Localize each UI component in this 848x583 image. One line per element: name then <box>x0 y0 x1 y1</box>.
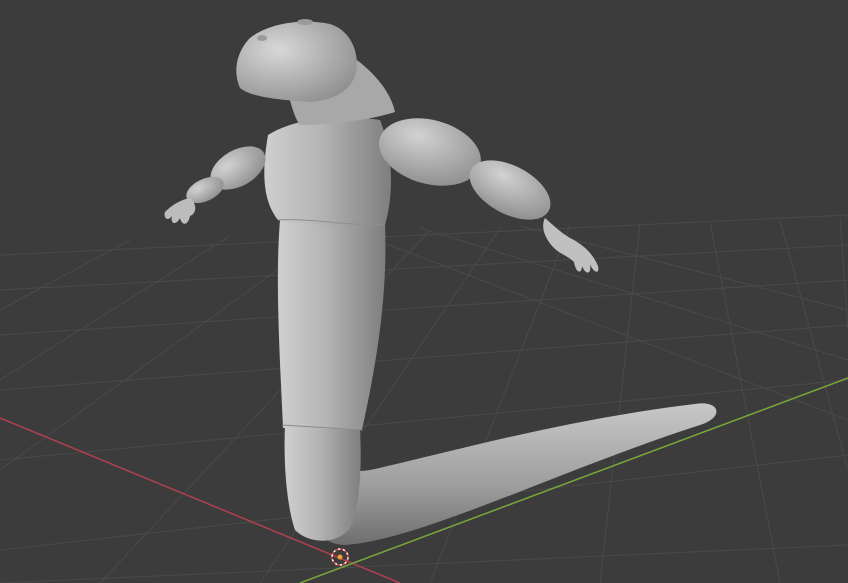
eye-bump-right <box>297 19 313 25</box>
3d-viewport[interactable] <box>0 0 848 583</box>
viewport-canvas[interactable] <box>0 0 848 583</box>
floor-grid <box>0 214 848 583</box>
lower-body-mesh[interactable] <box>284 425 361 541</box>
chest-mesh[interactable] <box>264 117 392 227</box>
right-hand-mesh[interactable] <box>543 218 599 273</box>
3d-cursor-icon[interactable] <box>331 548 349 566</box>
torso-column-mesh[interactable] <box>277 220 386 430</box>
eye-bump-left <box>257 35 267 41</box>
left-hand-mesh[interactable] <box>164 198 196 224</box>
head-mesh[interactable] <box>236 21 357 102</box>
